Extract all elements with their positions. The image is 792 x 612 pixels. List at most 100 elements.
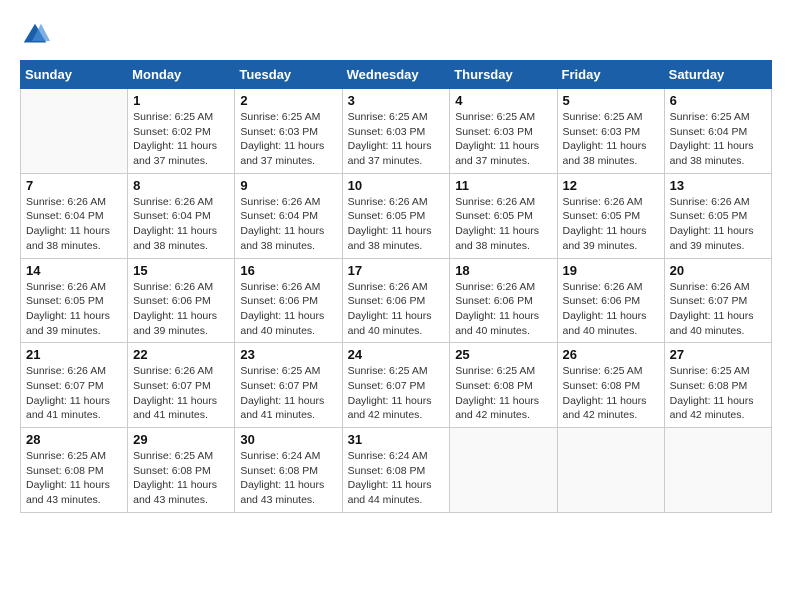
cell-sun-info: Sunrise: 6:25 AM Sunset: 6:03 PM Dayligh… (563, 110, 659, 169)
cell-sun-info: Sunrise: 6:26 AM Sunset: 6:05 PM Dayligh… (563, 195, 659, 254)
day-number: 31 (348, 432, 445, 447)
calendar-cell: 8Sunrise: 6:26 AM Sunset: 6:04 PM Daylig… (128, 173, 235, 258)
cell-sun-info: Sunrise: 6:26 AM Sunset: 6:06 PM Dayligh… (563, 280, 659, 339)
calendar-table: SundayMondayTuesdayWednesdayThursdayFrid… (20, 60, 772, 513)
day-number: 16 (240, 263, 336, 278)
cell-sun-info: Sunrise: 6:25 AM Sunset: 6:04 PM Dayligh… (670, 110, 766, 169)
calendar-cell: 26Sunrise: 6:25 AM Sunset: 6:08 PM Dayli… (557, 343, 664, 428)
calendar-cell (21, 89, 128, 174)
day-number: 22 (133, 347, 229, 362)
calendar-header-row: SundayMondayTuesdayWednesdayThursdayFrid… (21, 61, 772, 89)
calendar-cell: 10 Sunrise: 6:26 AM Sunset: 6:05 PM Dayli… (342, 173, 450, 258)
header-friday: Friday (557, 61, 664, 89)
calendar-week-2: 7 Sunrise: 6:26 AM Sunset: 6:04 PM Daylig… (21, 173, 772, 258)
day-number: 12 (563, 178, 659, 193)
cell-sun-info: Sunrise: 6:25 AM Sunset: 6:03 PM Dayligh… (455, 110, 551, 169)
cell-sun-info: Sunrise: 6:25 AM Sunset: 6:08 PM Dayligh… (670, 364, 766, 423)
cell-sun-info: Sunrise: 6:26 AM Sunset: 6:07 PM Dayligh… (26, 364, 122, 423)
header-tuesday: Tuesday (235, 61, 342, 89)
calendar-cell: 2Sunrise: 6:25 AM Sunset: 6:03 PM Daylig… (235, 89, 342, 174)
day-number: 14 (26, 263, 122, 278)
day-number: 10 (348, 178, 445, 193)
calendar-cell: 27Sunrise: 6:25 AM Sunset: 6:08 PM Dayli… (664, 343, 771, 428)
calendar-cell (557, 428, 664, 513)
day-number: 1 (133, 93, 229, 108)
page-header (20, 20, 772, 50)
day-number: 25 (455, 347, 551, 362)
calendar-cell: 18 Sunrise: 6:26 AM Sunset: 6:06 PM Dayli… (450, 258, 557, 343)
header-monday: Monday (128, 61, 235, 89)
calendar-cell: 31 Sunrise: 6:24 AM Sunset: 6:08 PM Dayli… (342, 428, 450, 513)
calendar-cell: 21 Sunrise: 6:26 AM Sunset: 6:07 PM Dayli… (21, 343, 128, 428)
day-number: 13 (670, 178, 766, 193)
calendar-cell (450, 428, 557, 513)
logo-icon (20, 20, 50, 50)
calendar-cell: 20 Sunrise: 6:26 AM Sunset: 6:07 PM Dayli… (664, 258, 771, 343)
calendar-cell: 6Sunrise: 6:25 AM Sunset: 6:04 PM Daylig… (664, 89, 771, 174)
cell-sun-info: Sunrise: 6:26 AM Sunset: 6:07 PM Dayligh… (670, 280, 766, 339)
cell-sun-info: Sunrise: 6:25 AM Sunset: 6:02 PM Dayligh… (133, 110, 229, 169)
calendar-cell: 25 Sunrise: 6:25 AM Sunset: 6:08 PM Dayli… (450, 343, 557, 428)
cell-sun-info: Sunrise: 6:25 AM Sunset: 6:07 PM Dayligh… (240, 364, 336, 423)
day-number: 4 (455, 93, 551, 108)
cell-sun-info: Sunrise: 6:26 AM Sunset: 6:04 PM Dayligh… (26, 195, 122, 254)
cell-sun-info: Sunrise: 6:25 AM Sunset: 6:08 PM Dayligh… (26, 449, 122, 508)
cell-sun-info: Sunrise: 6:26 AM Sunset: 6:06 PM Dayligh… (133, 280, 229, 339)
header-wednesday: Wednesday (342, 61, 450, 89)
calendar-week-1: 1 Sunrise: 6:25 AM Sunset: 6:02 PM Daylig… (21, 89, 772, 174)
cell-sun-info: Sunrise: 6:25 AM Sunset: 6:08 PM Dayligh… (455, 364, 551, 423)
day-number: 19 (563, 263, 659, 278)
cell-sun-info: Sunrise: 6:26 AM Sunset: 6:04 PM Dayligh… (133, 195, 229, 254)
cell-sun-info: Sunrise: 6:25 AM Sunset: 6:08 PM Dayligh… (133, 449, 229, 508)
day-number: 3 (348, 93, 445, 108)
day-number: 20 (670, 263, 766, 278)
cell-sun-info: Sunrise: 6:26 AM Sunset: 6:06 PM Dayligh… (240, 280, 336, 339)
day-number: 5 (563, 93, 659, 108)
cell-sun-info: Sunrise: 6:24 AM Sunset: 6:08 PM Dayligh… (348, 449, 445, 508)
calendar-cell: 15 Sunrise: 6:26 AM Sunset: 6:06 PM Dayli… (128, 258, 235, 343)
cell-sun-info: Sunrise: 6:24 AM Sunset: 6:08 PM Dayligh… (240, 449, 336, 508)
cell-sun-info: Sunrise: 6:26 AM Sunset: 6:05 PM Dayligh… (455, 195, 551, 254)
calendar-week-5: 28 Sunrise: 6:25 AM Sunset: 6:08 PM Dayli… (21, 428, 772, 513)
day-number: 29 (133, 432, 229, 447)
cell-sun-info: Sunrise: 6:26 AM Sunset: 6:04 PM Dayligh… (240, 195, 336, 254)
calendar-cell: 1 Sunrise: 6:25 AM Sunset: 6:02 PM Daylig… (128, 89, 235, 174)
cell-sun-info: Sunrise: 6:25 AM Sunset: 6:03 PM Dayligh… (240, 110, 336, 169)
cell-sun-info: Sunrise: 6:26 AM Sunset: 6:05 PM Dayligh… (26, 280, 122, 339)
calendar-cell: 29 Sunrise: 6:25 AM Sunset: 6:08 PM Dayli… (128, 428, 235, 513)
header-sunday: Sunday (21, 61, 128, 89)
calendar-cell: 12 Sunrise: 6:26 AM Sunset: 6:05 PM Dayli… (557, 173, 664, 258)
cell-sun-info: Sunrise: 6:26 AM Sunset: 6:06 PM Dayligh… (455, 280, 551, 339)
calendar-cell (664, 428, 771, 513)
calendar-cell: 13 Sunrise: 6:26 AM Sunset: 6:05 PM Dayli… (664, 173, 771, 258)
day-number: 26 (563, 347, 659, 362)
day-number: 11 (455, 178, 551, 193)
calendar-cell: 30 Sunrise: 6:24 AM Sunset: 6:08 PM Dayli… (235, 428, 342, 513)
day-number: 9 (240, 178, 336, 193)
calendar-cell: 14 Sunrise: 6:26 AM Sunset: 6:05 PM Dayli… (21, 258, 128, 343)
day-number: 23 (240, 347, 336, 362)
cell-sun-info: Sunrise: 6:25 AM Sunset: 6:07 PM Dayligh… (348, 364, 445, 423)
day-number: 30 (240, 432, 336, 447)
cell-sun-info: Sunrise: 6:26 AM Sunset: 6:05 PM Dayligh… (670, 195, 766, 254)
day-number: 18 (455, 263, 551, 278)
day-number: 15 (133, 263, 229, 278)
cell-sun-info: Sunrise: 6:25 AM Sunset: 6:03 PM Dayligh… (348, 110, 445, 169)
calendar-cell: 24Sunrise: 6:25 AM Sunset: 6:07 PM Dayli… (342, 343, 450, 428)
calendar-cell: 16 Sunrise: 6:26 AM Sunset: 6:06 PM Dayli… (235, 258, 342, 343)
calendar-cell: 4 Sunrise: 6:25 AM Sunset: 6:03 PM Daylig… (450, 89, 557, 174)
day-number: 17 (348, 263, 445, 278)
calendar-cell: 23 Sunrise: 6:25 AM Sunset: 6:07 PM Dayli… (235, 343, 342, 428)
calendar-week-3: 14 Sunrise: 6:26 AM Sunset: 6:05 PM Dayli… (21, 258, 772, 343)
calendar-cell: 9 Sunrise: 6:26 AM Sunset: 6:04 PM Daylig… (235, 173, 342, 258)
cell-sun-info: Sunrise: 6:26 AM Sunset: 6:07 PM Dayligh… (133, 364, 229, 423)
cell-sun-info: Sunrise: 6:26 AM Sunset: 6:05 PM Dayligh… (348, 195, 445, 254)
calendar-week-4: 21 Sunrise: 6:26 AM Sunset: 6:07 PM Dayli… (21, 343, 772, 428)
calendar-cell: 19 Sunrise: 6:26 AM Sunset: 6:06 PM Dayli… (557, 258, 664, 343)
cell-sun-info: Sunrise: 6:26 AM Sunset: 6:06 PM Dayligh… (348, 280, 445, 339)
logo (20, 20, 54, 50)
header-thursday: Thursday (450, 61, 557, 89)
day-number: 28 (26, 432, 122, 447)
day-number: 21 (26, 347, 122, 362)
day-number: 7 (26, 178, 122, 193)
